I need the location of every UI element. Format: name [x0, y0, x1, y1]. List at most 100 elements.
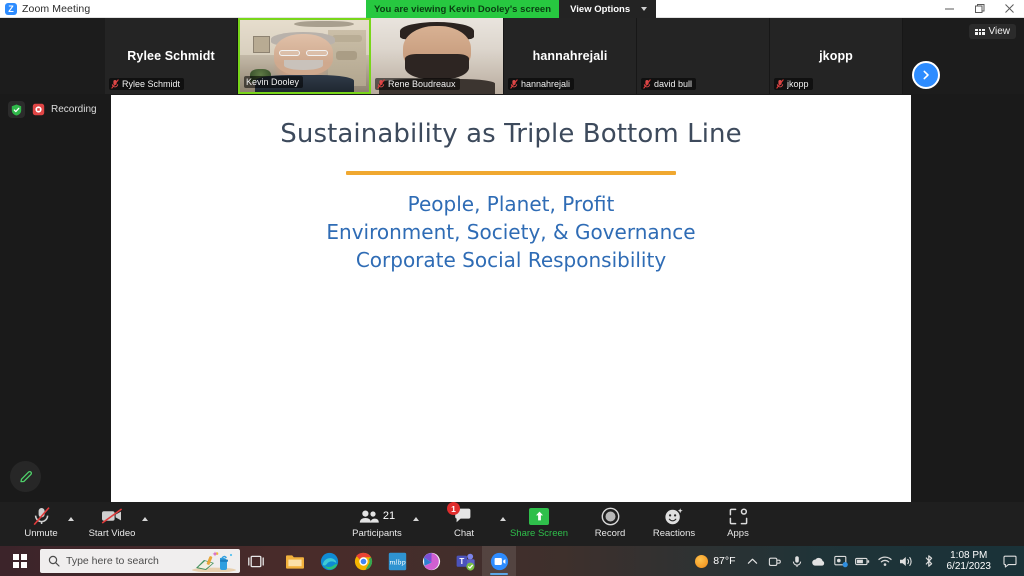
record-icon — [601, 505, 620, 527]
bluetooth-icon[interactable] — [918, 546, 940, 576]
chat-button[interactable]: 1 Chat — [427, 502, 506, 545]
participant-tile[interactable]: david bull — [637, 18, 770, 94]
zoom-toolbar: Unmute Start Video 21 Participants 1 Cha… — [0, 502, 1024, 546]
participant-name-label: hannahrejali — [508, 78, 575, 90]
filmstrip-next-page-button[interactable] — [912, 61, 940, 89]
svg-text:mlbp: mlbp — [389, 558, 405, 566]
pen-icon — [19, 470, 32, 482]
participant-name-label: Rylee Schmidt — [109, 78, 185, 90]
screen-share-banner: You are viewing Kevin Dooley's screen Vi… — [366, 0, 657, 18]
view-layout-button[interactable]: View — [969, 24, 1016, 39]
windows-start-icon[interactable] — [0, 546, 40, 576]
participant-name-text: Kevin Dooley — [246, 77, 300, 87]
reactions-label: Reactions — [652, 528, 696, 539]
chat-icon: 1 — [447, 502, 506, 527]
participants-label: Participants — [352, 528, 402, 539]
task-view-icon[interactable] — [240, 546, 272, 576]
annotate-button[interactable] — [10, 461, 41, 492]
participant-center-name: hannahrejali — [532, 49, 608, 63]
share-screen-label: Share Screen — [509, 528, 569, 539]
view-options-button[interactable]: View Options — [559, 0, 657, 18]
taskbar-clock[interactable]: 1:08 PM 6/21/2023 — [940, 550, 999, 573]
microphone-muted-icon — [643, 79, 651, 89]
microsoft-teams-icon[interactable]: T — [448, 546, 482, 576]
search-input[interactable]: Type here to search — [40, 549, 240, 573]
slide-divider — [346, 171, 676, 175]
start-video-label: Start Video — [88, 528, 136, 539]
participant-center-name: jkopp — [819, 49, 853, 63]
shared-screen-slide: Sustainability as Triple Bottom Line Peo… — [111, 95, 911, 502]
participant-name-label: david bull — [641, 78, 697, 90]
zoom-icon[interactable] — [482, 546, 516, 576]
microsoft-office-icon[interactable] — [414, 546, 448, 576]
participant-tile[interactable]: Rene Boudreaux — [371, 18, 504, 94]
minimize-icon[interactable] — [934, 0, 964, 18]
recording-icon — [32, 103, 45, 116]
recording-indicator[interactable]: Recording — [32, 103, 97, 116]
green-shield-icon[interactable] — [8, 101, 25, 118]
participant-name-text: hannahrejali — [521, 79, 571, 89]
microphone-muted-icon — [776, 79, 784, 89]
google-chrome-icon[interactable] — [346, 546, 380, 576]
slide-title: Sustainability as Triple Bottom Line — [280, 119, 742, 149]
weather-temperature: 87°F — [713, 555, 736, 567]
zoom-meeting-window: Zoom Meeting You are viewing Kevin Doole… — [0, 0, 1024, 576]
video-options-caret[interactable] — [142, 517, 148, 521]
close-icon[interactable] — [994, 0, 1024, 18]
recording-label: Recording — [51, 104, 97, 115]
unmute-button[interactable]: Unmute — [4, 505, 78, 545]
apps-label: Apps — [727, 528, 749, 539]
microsoft-edge-icon[interactable] — [312, 546, 346, 576]
participant-tile[interactable]: Rylee Schmidt Rylee Schmidt — [105, 18, 238, 94]
record-button[interactable]: Record — [573, 505, 647, 545]
file-explorer-icon[interactable] — [278, 546, 312, 576]
slide-body-line: Corporate Social Responsibility — [355, 248, 667, 272]
start-video-button[interactable]: Start Video — [75, 505, 149, 545]
audio-options-caret[interactable] — [67, 517, 74, 521]
app-title: Zoom Meeting — [22, 2, 91, 15]
search-icon — [48, 555, 60, 567]
participants-button[interactable]: 21 Participants — [340, 505, 419, 545]
system-tray: 87°F 1:08 PM 6/21/2023 — [691, 546, 1024, 576]
microphone-tray-icon[interactable] — [786, 546, 808, 576]
mailbird-icon[interactable]: mlbp — [380, 546, 414, 576]
slide-body: People, Planet, Profit Environment, Soci… — [111, 190, 911, 274]
participant-tile[interactable]: jkopp jkopp — [770, 18, 903, 94]
participants-count: 21 — [382, 510, 396, 522]
microphone-muted-icon — [510, 79, 518, 89]
apps-button[interactable]: Apps — [701, 505, 775, 545]
reactions-button[interactable]: Reactions — [637, 505, 711, 545]
slide-body-line: Environment, Society, & Governance — [326, 220, 696, 244]
participant-name-text: david bull — [654, 79, 693, 89]
meeting-status-row: Recording — [8, 101, 97, 118]
taskbar-app-buttons: mlbp T — [278, 546, 516, 576]
wifi-icon[interactable] — [874, 546, 896, 576]
participant-tile-active-speaker[interactable]: Kevin Dooley — [238, 18, 371, 94]
participant-tile[interactable]: hannahrejali hannahrejali — [504, 18, 637, 94]
participant-filmstrip: Rylee Schmidt Rylee Schmidt Kevin Dooley… — [0, 18, 1024, 94]
notification-icon[interactable] — [998, 546, 1022, 576]
participants-caret[interactable] — [412, 517, 419, 521]
apps-icon — [729, 505, 748, 527]
weather-widget[interactable]: 87°F — [691, 554, 741, 568]
share-screen-button[interactable]: Share Screen — [502, 505, 576, 545]
onedrive-icon[interactable] — [808, 546, 830, 576]
mug-icon[interactable] — [764, 546, 786, 576]
microphone-muted-icon — [32, 505, 74, 527]
reactions-icon — [664, 505, 684, 527]
volume-icon[interactable] — [896, 546, 918, 576]
clock-date: 6/21/2023 — [946, 561, 992, 572]
participant-name-label: jkopp — [774, 78, 813, 90]
restore-icon[interactable] — [964, 0, 994, 18]
view-button-label: View — [988, 26, 1011, 37]
participant-name-label: Rene Boudreaux — [375, 78, 460, 90]
battery-icon[interactable] — [852, 546, 874, 576]
participant-name-text: Rene Boudreaux — [388, 79, 456, 89]
microphone-muted-icon — [111, 79, 119, 89]
active-app-underline — [490, 573, 508, 575]
slide-body-line: People, Planet, Profit — [407, 192, 615, 216]
filmstrip-tiles: Rylee Schmidt Rylee Schmidt Kevin Dooley… — [105, 18, 904, 94]
display-settings-icon[interactable] — [830, 546, 852, 576]
sun-icon — [695, 554, 709, 568]
show-hidden-icons-chevron[interactable] — [742, 546, 764, 576]
